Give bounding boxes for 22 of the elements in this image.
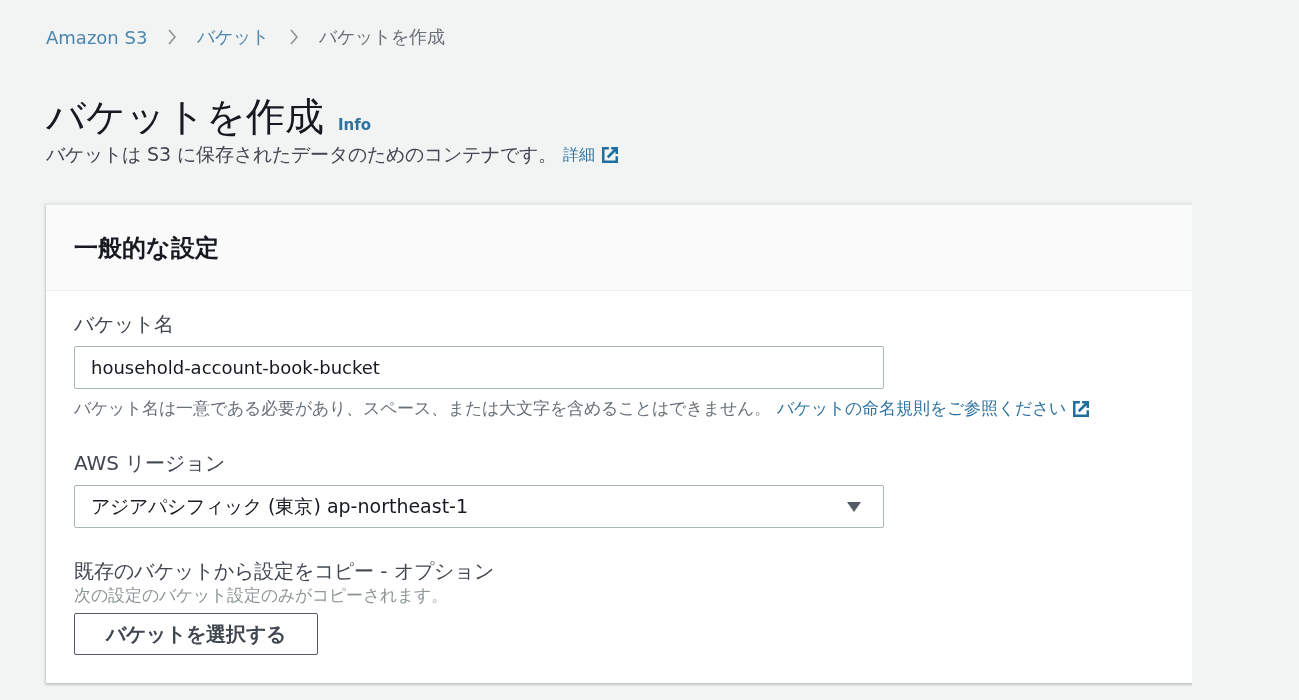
field-label: 既存のバケットから設定をコピー - オプション xyxy=(74,558,494,585)
bucket-name-input[interactable]: household-account-book-bucket xyxy=(74,346,884,389)
chevron-right-icon xyxy=(289,29,300,45)
external-link-icon[interactable] xyxy=(601,146,620,164)
field-label: AWS リージョン xyxy=(74,450,226,477)
external-link-icon[interactable] xyxy=(1072,399,1090,418)
details-link[interactable]: 詳細 xyxy=(563,144,596,166)
info-link[interactable]: Info xyxy=(338,116,372,134)
breadcrumb-current: バケットを作成 xyxy=(319,25,446,49)
breadcrumb-link[interactable]: バケット xyxy=(197,25,270,49)
field-hint: 次の設定のバケット設定のみがコピーされます。 xyxy=(74,585,448,607)
page-title: バケットを作成 xyxy=(46,94,324,140)
field-hint: バケット名は一意である必要があり、スペース、または大文字を含めることはできません。 xyxy=(74,397,771,420)
caret-down-icon xyxy=(847,501,861,512)
naming-rules-link[interactable]: バケットの命名規則をご参照ください xyxy=(777,397,1066,420)
page-description: バケットは S3 に保存されたデータのためのコンテナです。 xyxy=(46,142,558,167)
panel-title: 一般的な設定 xyxy=(74,232,219,264)
chevron-right-icon xyxy=(167,29,178,45)
select-bucket-button[interactable]: バケットを選択する xyxy=(74,613,318,655)
field-label: バケット名 xyxy=(74,311,174,338)
breadcrumb-link[interactable]: Amazon S3 xyxy=(46,26,148,48)
region-select[interactable]: アジアパシフィック (東京) ap-northeast-1 xyxy=(74,485,884,528)
